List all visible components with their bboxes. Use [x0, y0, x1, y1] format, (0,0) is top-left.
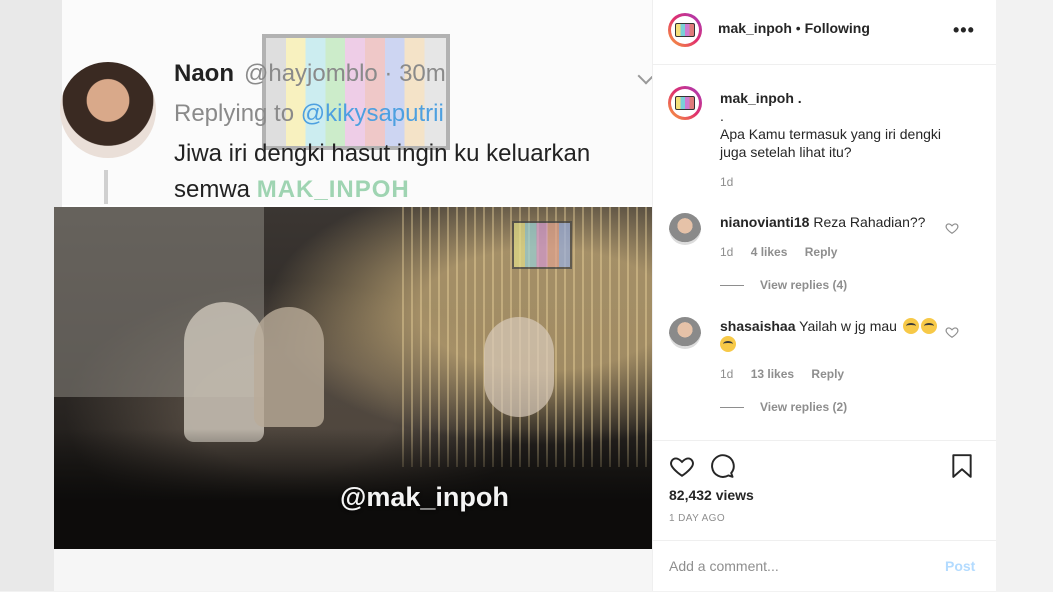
media-left-band — [0, 0, 62, 591]
video-watermark: @mak_inpoh — [340, 482, 509, 512]
replying-prefix: Replying to — [174, 100, 295, 127]
view-replies-button[interactable]: View replies (4) — [720, 278, 847, 292]
mak-inpoh-watermark-logo — [262, 34, 450, 150]
comment-time[interactable]: 1d — [720, 245, 733, 259]
view-replies-label: View replies (2) — [760, 400, 848, 414]
replying-handle: @kikysaputrii — [300, 100, 444, 127]
comment-body: nianovianti18 Reza Rahadian?? — [720, 213, 950, 231]
video-person — [484, 317, 554, 417]
comment-icon[interactable] — [709, 453, 735, 479]
post-side-panel: mak_inpoh • Following ••• mak_inpoh . . … — [652, 0, 996, 591]
crying-face-icon — [902, 318, 919, 334]
comment-username[interactable]: nianovianti18 — [720, 214, 809, 230]
view-replies-button[interactable]: View replies (2) — [720, 400, 847, 414]
tweet-brand-text: MAK_INPOH — [256, 176, 410, 203]
tweet-author-handle: @hayjomblo · 30m — [244, 60, 446, 87]
view-count[interactable]: 82,432 views — [669, 487, 754, 503]
comment-text: Reza Rahadian?? — [813, 214, 926, 230]
tweet-avatar — [60, 62, 156, 158]
video-person — [254, 307, 324, 427]
comment-meta: 1d 4 likes Reply — [720, 245, 851, 259]
video-frame[interactable]: @mak_inpoh — [54, 207, 652, 549]
dash-divider — [720, 284, 744, 286]
caption-avatar[interactable] — [668, 86, 702, 120]
tv-logo-icon — [675, 23, 695, 37]
commenter-avatar[interactable] — [669, 213, 701, 245]
tweet-author-name: Naon — [174, 60, 234, 87]
post-media[interactable]: Naon @hayjomblo · 30m Replying to @kikys… — [0, 0, 652, 591]
caption-dot-line: . — [720, 108, 724, 124]
more-horizontal-icon[interactable]: ••• — [953, 20, 975, 41]
comment-likes[interactable]: 4 likes — [751, 245, 788, 259]
comment-username[interactable]: shasaishaa — [720, 318, 796, 334]
post-actions: 82,432 views 1 DAY AGO — [653, 440, 996, 553]
header-username[interactable]: mak_inpoh — [718, 20, 792, 36]
video-person — [184, 302, 264, 442]
comment-reply-button[interactable]: Reply — [811, 367, 844, 381]
heart-icon[interactable] — [945, 325, 959, 339]
post-comment-button[interactable]: Post — [945, 558, 975, 574]
view-replies-label: View replies (4) — [760, 278, 848, 292]
comment-meta: 1d 13 likes Reply — [720, 367, 858, 381]
comment-reply-button[interactable]: Reply — [805, 245, 838, 259]
heart-icon[interactable] — [669, 453, 695, 479]
tv-logo-icon — [675, 96, 695, 110]
following-button[interactable]: Following — [805, 20, 870, 36]
tweet-thread-line — [104, 170, 108, 204]
crying-face-icon — [920, 318, 937, 334]
media-bottom-strip — [54, 549, 652, 591]
post-timestamp[interactable]: 1 DAY AGO — [669, 513, 725, 524]
header-user: mak_inpoh • Following — [718, 20, 870, 36]
post-header: mak_inpoh • Following ••• — [653, 0, 996, 65]
author-avatar[interactable] — [668, 13, 702, 47]
caption-time[interactable]: 1d — [720, 175, 733, 189]
caption-username[interactable]: mak_inpoh . — [720, 90, 802, 106]
comment-body: shasaishaa Yailah w jg mau — [720, 317, 950, 353]
commenter-avatar[interactable] — [669, 317, 701, 349]
video-logo — [512, 221, 572, 269]
heart-icon[interactable] — [945, 221, 959, 235]
header-separator: • — [791, 20, 805, 36]
avatar-inner — [671, 89, 699, 117]
tweet-replying-to: Replying to @kikysaputrii — [174, 100, 444, 128]
avatar-inner — [671, 16, 699, 44]
comment-text: Yailah w jg mau — [799, 318, 897, 334]
dash-divider — [720, 406, 744, 408]
comment-time[interactable]: 1d — [720, 367, 733, 381]
tweet-text: Jiwa iri dengki hasut ingin ku keluarkan… — [174, 136, 644, 208]
caption-text: Apa Kamu termasuk yang iri dengki juga s… — [720, 126, 941, 160]
bookmark-icon[interactable] — [949, 453, 975, 479]
add-comment-input[interactable]: Add a comment... — [669, 558, 779, 574]
comment-likes[interactable]: 13 likes — [751, 367, 794, 381]
add-comment-bar: Add a comment... Post — [653, 540, 996, 592]
crying-face-icon — [720, 336, 736, 352]
